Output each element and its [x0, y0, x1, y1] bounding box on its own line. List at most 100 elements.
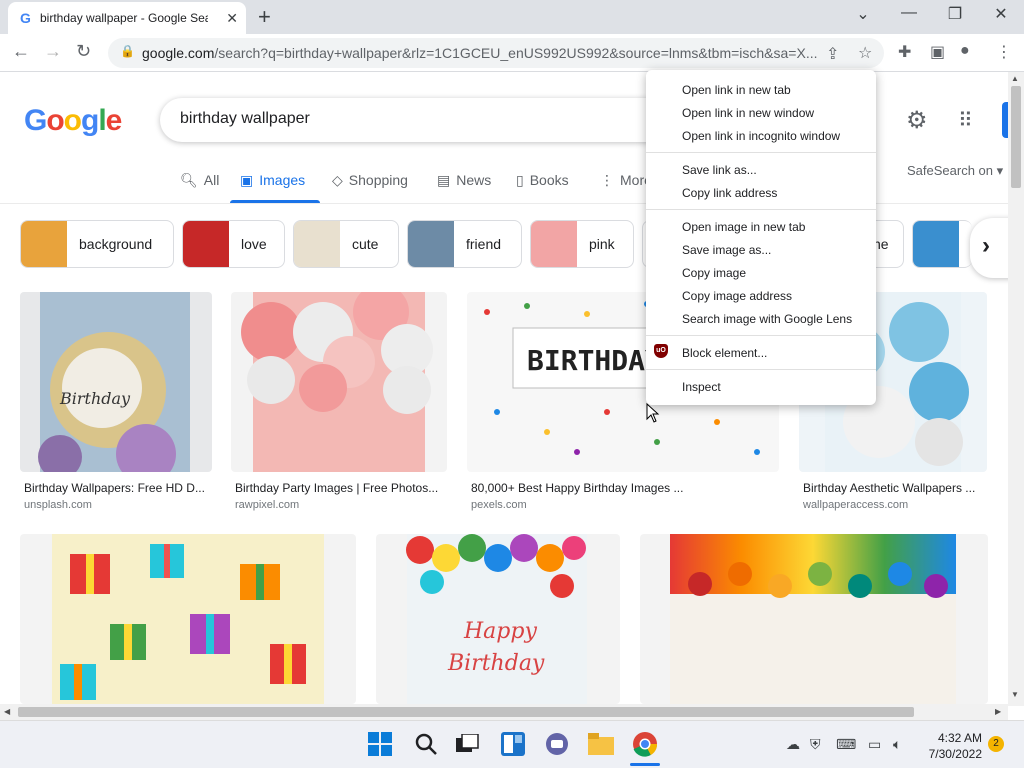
- google-logo[interactable]: Google: [24, 104, 122, 138]
- menu-item-copy-link-address[interactable]: Copy link address: [682, 186, 777, 200]
- menu-item-google-lens[interactable]: Search image with Google Lens: [682, 312, 852, 326]
- result-thumbnail[interactable]: [640, 534, 988, 704]
- book-icon: ▯: [516, 172, 524, 188]
- scroll-right-arrow-icon[interactable]: ▶: [995, 707, 1001, 716]
- menu-item-copy-image[interactable]: Copy image: [682, 266, 746, 280]
- active-app-indicator: [630, 763, 660, 766]
- back-button[interactable]: ←: [12, 41, 30, 62]
- search-query[interactable]: birthday wallpaper: [180, 110, 310, 128]
- taskbar-clock[interactable]: 4:32 AM 7/30/2022: [920, 730, 982, 762]
- horizontal-scroll-thumb[interactable]: [18, 707, 914, 717]
- news-icon: ▤: [437, 172, 451, 188]
- bookmark-star-icon[interactable]: ☆: [858, 43, 872, 63]
- menu-item-inspect[interactable]: Inspect: [682, 380, 721, 394]
- tab-news[interactable]: ▤ News: [437, 172, 491, 189]
- teams-chat-icon[interactable]: [545, 732, 569, 756]
- chip-thumbnail: [21, 221, 67, 267]
- menu-divider: [646, 209, 876, 210]
- menu-item-save-image[interactable]: Save image as...: [682, 243, 771, 257]
- result-source: unsplash.com: [24, 499, 92, 511]
- chip-friend[interactable]: friend: [407, 220, 522, 268]
- happy-birthday-image: Happy Birthday: [406, 534, 587, 704]
- minimize-button[interactable]: —: [886, 4, 932, 22]
- reload-button[interactable]: ↻: [76, 41, 91, 62]
- result-caption[interactable]: Birthday Aesthetic Wallpapers ...: [803, 481, 987, 495]
- svg-text:BIRTHDAY: BIRTHDAY: [527, 344, 662, 377]
- volume-icon[interactable]: 🔈︎: [893, 736, 901, 753]
- google-apps-icon[interactable]: ⠿: [958, 108, 973, 133]
- tab-shopping[interactable]: ◇ Shopping: [332, 172, 408, 189]
- safesearch-dropdown[interactable]: SafeSearch on ▾: [907, 163, 1003, 179]
- windows-start-icon[interactable]: [368, 732, 392, 756]
- tab-search-button[interactable]: ⌄: [840, 4, 886, 24]
- scroll-left-arrow-icon[interactable]: ◀: [4, 707, 10, 716]
- result-source: rawpixel.com: [235, 499, 300, 511]
- menu-item-open-link-new-window[interactable]: Open link in new window: [682, 106, 814, 120]
- search-input[interactable]: birthday wallpaper: [160, 98, 720, 142]
- close-tab-icon[interactable]: ✕: [226, 10, 238, 27]
- restore-button[interactable]: ❐: [932, 4, 978, 24]
- lock-icon[interactable]: 🔒: [120, 44, 135, 58]
- scroll-up-arrow-icon[interactable]: ▲: [1011, 74, 1019, 83]
- new-tab-button[interactable]: +: [258, 4, 271, 30]
- tab-images[interactable]: ▣ Images: [240, 172, 305, 189]
- settings-gear-icon[interactable]: ⚙: [906, 106, 928, 135]
- browser-tab[interactable]: G birthday wallpaper - Google Sea ✕: [8, 2, 246, 34]
- logo-letter: g: [81, 104, 99, 137]
- cloud-off-icon[interactable]: ☁: [786, 736, 800, 753]
- widgets-icon[interactable]: [501, 732, 525, 756]
- chip-love[interactable]: love: [182, 220, 285, 268]
- close-window-button[interactable]: ✕: [978, 4, 1024, 24]
- chip-pink[interactable]: pink: [530, 220, 634, 268]
- balloon-image: [241, 292, 433, 472]
- menu-item-open-link-new-tab[interactable]: Open link in new tab: [682, 83, 791, 97]
- profile-avatar-icon[interactable]: ●: [960, 42, 970, 60]
- result-caption[interactable]: Birthday Party Images | Free Photos...: [235, 481, 445, 495]
- address-bar[interactable]: 🔒 google.com/search?q=birthday+wallpaper…: [108, 38, 884, 68]
- browser-toolbar: ← → ↻ 🔒 google.com/search?q=birthday+wal…: [0, 34, 1024, 72]
- result-thumbnail[interactable]: Birthday: [20, 292, 212, 472]
- extensions-icon[interactable]: ✚: [898, 42, 911, 62]
- chip-background[interactable]: background: [20, 220, 174, 268]
- file-explorer-icon[interactable]: [588, 733, 614, 755]
- chip-cute[interactable]: cute: [293, 220, 399, 268]
- tab-all[interactable]: 🔍︎ All: [180, 172, 219, 189]
- chrome-icon[interactable]: [632, 731, 658, 757]
- keyboard-icon[interactable]: ⌨: [836, 736, 856, 753]
- browser-menu-icon[interactable]: ⋮: [996, 42, 1012, 62]
- menu-item-copy-image-address[interactable]: Copy image address: [682, 289, 792, 303]
- menu-item-save-link[interactable]: Save link as...: [682, 163, 757, 177]
- logo-letter: o: [46, 104, 64, 137]
- forward-button[interactable]: →: [44, 41, 62, 62]
- chip-thumbnail: [531, 221, 577, 267]
- tab-more[interactable]: ⋮ More: [600, 172, 652, 189]
- result-caption[interactable]: 80,000+ Best Happy Birthday Images ...: [471, 481, 777, 495]
- vertical-scroll-thumb[interactable]: [1011, 86, 1021, 188]
- menu-item-open-link-incognito[interactable]: Open link in incognito window: [682, 129, 840, 143]
- scroll-down-arrow-icon[interactable]: ▼: [1011, 690, 1019, 699]
- chip-partial[interactable]: [912, 220, 972, 268]
- network-icon[interactable]: ▭: [868, 736, 881, 753]
- logo-letter: G: [24, 104, 47, 137]
- task-view-icon[interactable]: [456, 734, 480, 756]
- side-panel-icon[interactable]: ▣: [930, 42, 945, 62]
- share-icon[interactable]: ⇪: [826, 44, 839, 64]
- menu-item-block-element[interactable]: Block element...: [682, 346, 767, 360]
- notification-badge[interactable]: 2: [988, 736, 1004, 752]
- taskbar-search-icon[interactable]: [414, 732, 438, 756]
- chip-thumbnail: [913, 221, 959, 267]
- result-thumbnail[interactable]: Happy Birthday: [376, 534, 620, 704]
- menu-item-open-image-new-tab[interactable]: Open image in new tab: [682, 220, 805, 234]
- menu-divider: [646, 369, 876, 370]
- security-shield-icon[interactable]: ⛨: [810, 736, 821, 753]
- result-thumbnail[interactable]: [20, 534, 356, 704]
- more-vert-icon: ⋮: [600, 172, 614, 188]
- result-source: pexels.com: [471, 499, 527, 511]
- result-thumbnail[interactable]: [231, 292, 447, 472]
- rainbow-balloons-image: [670, 534, 956, 704]
- clock-date: 7/30/2022: [928, 747, 982, 761]
- result-caption[interactable]: Birthday Wallpapers: Free HD D...: [24, 481, 210, 495]
- tab-books[interactable]: ▯ Books: [516, 172, 569, 189]
- svg-text:Happy: Happy: [463, 619, 537, 644]
- url-text[interactable]: google.com/search?q=birthday+wallpaper&r…: [142, 45, 826, 61]
